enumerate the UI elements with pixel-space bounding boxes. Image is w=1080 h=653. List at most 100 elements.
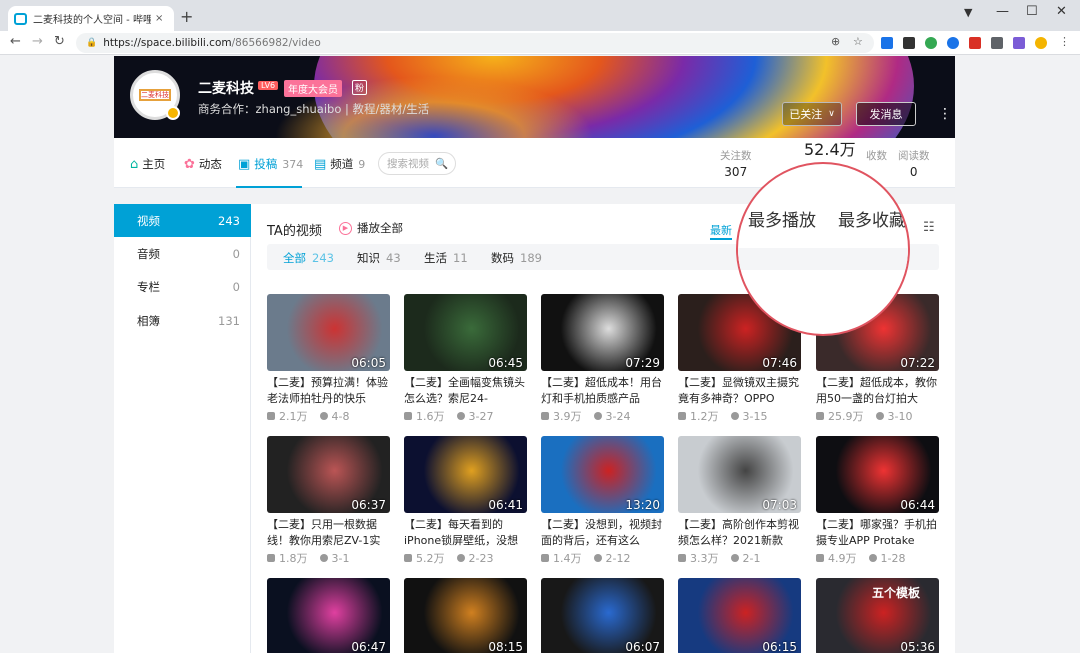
sidebar-item-articles[interactable]: 专栏 0 <box>114 270 251 303</box>
video-title[interactable]: 【二麦】每天看到的iPhone锁屏壁纸，没想 <box>404 517 527 549</box>
maximize-button[interactable]: ☐ <box>1026 4 1038 19</box>
play-count: 1.4万 <box>553 552 582 565</box>
tab-dynamic-label: 动态 <box>198 157 222 171</box>
extension-icon-4[interactable] <box>947 37 959 49</box>
avatar[interactable]: 二麦科技 <box>130 70 180 120</box>
sort-most-favorited-tab[interactable]: 最多收藏 <box>838 206 906 231</box>
video-thumbnail[interactable]: 07:03 <box>678 436 801 513</box>
video-duration: 13:20 <box>625 498 660 512</box>
search-icon[interactable]: 🔍 <box>435 157 448 170</box>
followed-button[interactable]: 已关注 ∨ <box>782 102 842 126</box>
send-message-button[interactable]: 发消息 <box>856 102 916 126</box>
close-window-button[interactable]: ✕ <box>1056 4 1067 19</box>
sidebar-item-albums[interactable]: 相簿 131 <box>114 304 251 337</box>
list-view-icon[interactable]: ☷ <box>923 220 935 235</box>
user-avatar-icon[interactable] <box>1035 37 1047 49</box>
video-title[interactable]: 【二麦】全画幅变焦镜头怎么选？索尼24- <box>404 375 527 407</box>
video-duration: 06:45 <box>488 356 523 370</box>
minimize-button[interactable]: — <box>996 4 1009 19</box>
new-tab-button[interactable]: + <box>180 7 193 26</box>
video-card[interactable]: 06:44 【二麦】哪家强？手机拍摄专业APP Protake 4.9万 1-28 <box>816 436 939 566</box>
video-card[interactable]: 06:05 【二麦】预算拉满！体验老法师拍牡丹的快乐 2.1万 4-8 <box>267 294 390 424</box>
video-duration: 06:44 <box>900 498 935 512</box>
play-count: 25.9万 <box>828 410 864 423</box>
video-thumbnail[interactable]: 06:45 <box>404 294 527 371</box>
video-thumbnail[interactable]: 06:41 <box>404 436 527 513</box>
video-title[interactable]: 【二麦】预算拉满！体验老法师拍牡丹的快乐 <box>267 375 390 407</box>
sidebar-item-audio[interactable]: 音频 0 <box>114 237 251 270</box>
tab-close-icon[interactable]: × <box>155 13 163 24</box>
upload-date: 1-28 <box>880 551 906 565</box>
stat-following[interactable]: 关注数 307 <box>720 148 752 179</box>
video-thumbnail[interactable]: 07:29 <box>541 294 664 371</box>
video-card[interactable]: 06:41 【二麦】每天看到的iPhone锁屏壁纸，没想 5.2万 2-23 <box>404 436 527 566</box>
video-card[interactable]: 五个模板 05:36 <box>816 578 939 653</box>
user-name[interactable]: 二麦科技 <box>198 78 254 98</box>
video-card[interactable]: 08:15 <box>404 578 527 653</box>
tab-channels[interactable]: ▤ 频道 9 <box>314 156 365 172</box>
video-title[interactable]: 【二麦】高阶创作本剪视频怎么样？2021新款 <box>678 517 801 549</box>
profile-dropdown-icon[interactable]: ▼ <box>964 6 972 19</box>
filter-digital[interactable]: 数码 189 <box>491 250 542 266</box>
video-search-input[interactable]: 搜索视频 🔍 <box>378 152 456 175</box>
sort-most-played-tab[interactable]: 最多播放 <box>748 206 816 231</box>
video-card[interactable]: 06:45 【二麦】全画幅变焦镜头怎么选？索尼24- 1.6万 3-27 <box>404 294 527 424</box>
extension-icon-3[interactable] <box>925 37 937 49</box>
forward-icon[interactable]: → <box>32 34 43 49</box>
video-title[interactable]: 【二麦】只用一根数据线！教你用索尼ZV-1实 <box>267 517 390 549</box>
video-thumbnail[interactable]: 06:44 <box>816 436 939 513</box>
tab-uploads[interactable]: ▣ 投稿 374 <box>238 156 303 172</box>
video-meta: 1.4万 2-12 <box>541 550 664 566</box>
video-thumbnail[interactable]: 06:15 <box>678 578 801 653</box>
video-thumbnail[interactable]: 06:37 <box>267 436 390 513</box>
video-thumbnail[interactable]: 08:15 <box>404 578 527 653</box>
extension-icon-2[interactable] <box>903 37 915 49</box>
tab-home-label: 主页 <box>142 157 166 171</box>
filter-life[interactable]: 生活 11 <box>424 250 468 266</box>
upload-date: 2-23 <box>468 551 494 565</box>
sort-latest-tab[interactable]: 最新 <box>710 222 732 240</box>
video-thumbnail[interactable]: 五个模板 05:36 <box>816 578 939 653</box>
upload-date: 3-10 <box>887 409 913 423</box>
video-card[interactable]: 07:29 【二麦】超低成本！用台灯和手机拍质感产品 3.9万 3-24 <box>541 294 664 424</box>
video-card[interactable]: 06:15 <box>678 578 801 653</box>
back-icon[interactable]: ← <box>10 34 21 49</box>
video-title[interactable]: 【二麦】没想到，视频封面的背后，还有这么 <box>541 517 664 549</box>
video-thumbnail[interactable]: 06:05 <box>267 294 390 371</box>
zoom-icon[interactable]: ⊕ <box>831 35 840 48</box>
tab-dynamic[interactable]: ✿ 动态 <box>184 156 222 172</box>
address-bar[interactable]: 🔒 https://space.bilibili.com/86566982/vi… <box>76 33 874 53</box>
video-title[interactable]: 【二麦】显微镜双主摄究竟有多神奇？OPPO <box>678 375 801 407</box>
extension-icon-1[interactable] <box>881 37 893 49</box>
sidebar-item-label: 音频 <box>137 246 160 261</box>
video-card[interactable]: 06:47 <box>267 578 390 653</box>
bookmark-star-icon[interactable]: ☆ <box>853 35 863 48</box>
filter-all[interactable]: 全部 243 <box>283 250 334 266</box>
browser-menu-icon[interactable]: ⋮ <box>1059 35 1070 48</box>
video-thumbnail[interactable]: 13:20 <box>541 436 664 513</box>
video-card[interactable]: 13:20 【二麦】没想到，视频封面的背后，还有这么 1.4万 2-12 <box>541 436 664 566</box>
video-duration: 07:46 <box>762 356 797 370</box>
sidebar-item-video[interactable]: 视频 243 <box>114 204 251 237</box>
stat-reads: 阅读数 0 <box>898 148 930 179</box>
extension-icon-7[interactable] <box>1013 37 1025 49</box>
reload-icon[interactable]: ↻ <box>54 34 65 49</box>
extension-icon-5[interactable] <box>969 37 981 49</box>
video-title[interactable]: 【二麦】哪家强？手机拍摄专业APP Protake <box>816 517 939 549</box>
video-title[interactable]: 【二麦】超低成本！用台灯和手机拍质感产品 <box>541 375 664 407</box>
video-title[interactable]: 【二麦】超低成本，教你用50一盏的台灯拍大 <box>816 375 939 407</box>
video-thumbnail[interactable]: 06:07 <box>541 578 664 653</box>
video-thumbnail[interactable]: 06:47 <box>267 578 390 653</box>
tab-home[interactable]: ⌂ 主页 <box>130 156 165 172</box>
video-card[interactable]: 06:37 【二麦】只用一根数据线！教你用索尼ZV-1实 1.8万 3-1 <box>267 436 390 566</box>
play-all-button[interactable]: ▶ 播放全部 <box>339 220 403 236</box>
video-card[interactable]: 07:03 【二麦】高阶创作本剪视频怎么样？2021新款 3.3万 2-1 <box>678 436 801 566</box>
dynamic-icon: ✿ <box>184 156 195 172</box>
more-options-icon[interactable]: ⋮ <box>938 106 952 122</box>
browser-tab[interactable]: 二麦科技的个人空间 - 哔哩哔哩 × <box>8 6 174 31</box>
play-count-icon <box>404 554 412 562</box>
stat-followers[interactable]: 52.4万 <box>804 136 856 160</box>
video-card[interactable]: 06:07 <box>541 578 664 653</box>
filter-knowledge[interactable]: 知识 43 <box>357 250 401 266</box>
extension-icon-6[interactable] <box>991 37 1003 49</box>
